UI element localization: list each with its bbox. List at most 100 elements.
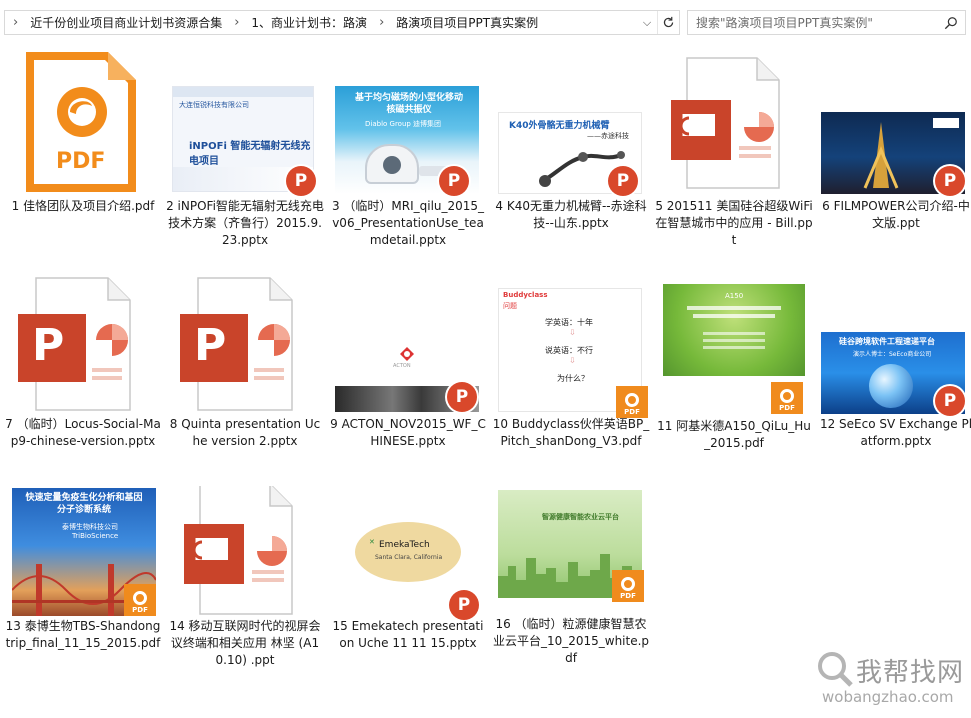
pdf-thumbnail: Buddyclass 问题 学英语：十年 ⇩ 说英语：不行 ⇩ 为什么？ PDF xyxy=(492,270,650,418)
slide-title: iNPOFi 智能无辐射无线充电项目 xyxy=(189,141,311,167)
file-name: 10 Buddyclass伙伴英语BP_Pitch_shanDong_V3.pd… xyxy=(492,417,650,448)
powerpoint-icon: P xyxy=(935,166,965,196)
breadcrumb-current[interactable]: 路演项目项目PPT真实案例 xyxy=(392,14,542,31)
file-name: 11 阿基米德A150_QiLu_Hu_2015.pdf xyxy=(657,419,811,450)
logo-oval-image xyxy=(355,522,461,582)
ppt-thumbnail: 基于均匀磁场的小型化移动核磁共振仪 Diablo Group 迪博集团 P xyxy=(329,48,487,196)
file-name: 13 泰博生物TBS-Shandong trip_final_11_15_201… xyxy=(5,619,161,650)
pdf-badge-label: PDF xyxy=(132,606,148,614)
watermark: 我帮找网 wobangzhao.com xyxy=(812,648,968,712)
pdf-thumbnail: 快速定量免疫生化分析和基因分子诊断系统 泰博生物科技公司 TriBioScien… xyxy=(4,486,162,634)
slide-subtitle: Santa Clara, California xyxy=(375,554,443,561)
watermark-title: 我帮找网 xyxy=(856,658,965,688)
slide-title: K40外骨骼无重力机械臂 xyxy=(509,121,610,131)
slide-line: 为什么？ xyxy=(557,374,589,383)
file-name: 3 （临时）MRI_qilu_2015_v06_PresentationUse_… xyxy=(331,199,485,247)
powerpoint-icon: P xyxy=(439,166,469,196)
search-box xyxy=(687,10,966,35)
mri-bore-image xyxy=(383,156,401,174)
toolbar: › 近千份创业项目商业计划书资源合集 › 1、商业计划书：路演 › 路演项目项目… xyxy=(0,0,971,44)
powerpoint-icon: P xyxy=(935,386,965,416)
slide-line: 说英语：不行 xyxy=(545,346,593,355)
eiffel-tower-image xyxy=(863,122,899,189)
watermark-url: wobangzhao.com xyxy=(822,688,954,706)
logo-image xyxy=(933,118,959,128)
pdf-badge-label: PDF xyxy=(624,408,640,416)
slide-brand: 泰博生物科技公司 xyxy=(62,523,118,531)
pdf-label: PDF xyxy=(56,149,106,174)
powerpoint-letter: P xyxy=(32,320,65,371)
pdf-badge-label: PDF xyxy=(620,592,636,600)
slide-subtitle: TriBioScience xyxy=(72,532,119,540)
slide-title: 硅谷跨境软件工程速递平台 xyxy=(839,337,935,346)
slide-line: 学英语：十年 xyxy=(545,318,593,327)
slide-text-line xyxy=(703,346,765,349)
arrow-down-icon: ⇩ xyxy=(569,328,576,337)
ppt-thumbnail: 大连恒锐科技有限公司 iNPOFi 智能无辐射无线充电项目 P xyxy=(166,48,324,196)
powerpoint-file-icon: P xyxy=(4,270,162,418)
file-name: 7 （临时）Locus-Social-Map9-chinese-version.… xyxy=(5,417,161,448)
pdf-thumbnail: A150 PDF xyxy=(655,270,813,418)
file-name: 8 Quinta presentation Uche version 2.ppt… xyxy=(169,417,321,448)
slide-title: 基于均匀磁场的小型化移动核磁共振仪 xyxy=(354,93,463,115)
arrow-down-icon: ⇩ xyxy=(569,356,576,365)
file-name: 1 佳恪团队及项目介绍.pdf xyxy=(11,199,155,213)
search-icon[interactable] xyxy=(940,13,962,33)
pdf-badge-icon: PDF xyxy=(124,584,156,616)
slide-brand: EmekaTech xyxy=(379,540,430,550)
search-input[interactable] xyxy=(688,11,936,34)
file-name: 9 ACTON_NOV2015_WF_CHINESE.pptx xyxy=(330,417,486,448)
ppt-thumbnail: ACTON P xyxy=(329,270,487,418)
chevron-right-icon[interactable]: › xyxy=(371,15,392,30)
file-name: 12 SeEco SV Exchange Platform.pptx xyxy=(819,417,971,448)
chevron-down-icon[interactable]: ⌵ xyxy=(637,11,657,34)
powerpoint-icon: P xyxy=(286,166,316,196)
powerpoint-file-icon: P xyxy=(166,270,324,418)
powerpoint-file-icon xyxy=(655,48,813,196)
file-name: 16 （临时）粒源健康智慧农业云平台_10_2015_white.pdf xyxy=(492,617,650,665)
file-name: 14 移动互联网时代的视屏会议终端和相关应用 林坚 (A10.10) .ppt xyxy=(169,619,321,667)
slide-brand: Buddyclass xyxy=(503,291,548,299)
ppt-thumbnail: 硅谷跨境软件工程速递平台 演示人博士：SeEco商业公司 P xyxy=(817,270,971,418)
powerpoint-icon: P xyxy=(447,382,477,412)
pdf-badge-icon: PDF xyxy=(616,386,648,418)
chevron-right-icon[interactable]: › xyxy=(5,15,26,30)
refresh-icon[interactable] xyxy=(657,11,679,34)
pdf-thumbnail: 智源健康智能农业云平台 PDF xyxy=(492,486,650,634)
slide-tag: 问题 xyxy=(503,302,517,310)
slide-subtitle: ——赤途科技 xyxy=(587,132,629,140)
pdf-file-icon: PDF xyxy=(4,48,162,196)
slide-text-line xyxy=(687,306,781,310)
breadcrumb-root[interactable]: 近千份创业项目商业计划书资源合集 xyxy=(26,14,226,31)
file-name: 4 K40无重力机械臂--赤途科技--山东.pptx xyxy=(495,199,647,230)
slide-title: 快速定量免疫生化分析和基因分子诊断系统 xyxy=(25,493,143,515)
ppt-thumbnail: ✕ EmekaTech Santa Clara, California P xyxy=(329,486,487,634)
file-name: 6 FILMPOWER公司介绍-中文版.ppt xyxy=(822,199,970,230)
file-name: 5 201511 美国硅谷超级WiFi在智慧城市中的应用 - Bill.ppt xyxy=(655,199,813,247)
slide-title: A150 xyxy=(725,292,744,300)
slide-text-line xyxy=(703,339,765,342)
pdf-badge-icon: PDF xyxy=(612,570,644,602)
magnifier-icon xyxy=(818,652,853,687)
chevron-right-icon[interactable]: › xyxy=(226,15,247,30)
breadcrumb-folder[interactable]: 1、商业计划书：路演 xyxy=(247,14,371,31)
file-name: 15 Emekatech presentation Uche 11 11 15.… xyxy=(332,619,484,650)
powerpoint-icon: P xyxy=(449,590,479,620)
slide-brand: ACTON xyxy=(393,363,411,369)
powerpoint-letter: P xyxy=(194,320,227,371)
pdf-badge-label: PDF xyxy=(779,404,795,412)
slide-text-line xyxy=(693,314,775,318)
slide-text-line xyxy=(703,332,765,335)
ppt-thumbnail: P xyxy=(817,48,971,196)
globe-image xyxy=(869,364,913,408)
powerpoint-file-icon xyxy=(166,483,324,634)
address-bar[interactable]: › 近千份创业项目商业计划书资源合集 › 1、商业计划书：路演 › 路演项目项目… xyxy=(4,10,680,35)
acton-logo-icon xyxy=(400,347,414,361)
ppt-thumbnail: K40外骨骼无重力机械臂 ——赤途科技 P xyxy=(492,48,650,196)
slide-band xyxy=(173,87,313,97)
slide-brand: 大连恒锐科技有限公司 xyxy=(179,101,249,109)
slide-subtitle: Diablo Group 迪博集团 xyxy=(365,120,442,128)
slide-title: 智源健康智能农业云平台 xyxy=(542,513,619,521)
pdf-badge-icon: PDF xyxy=(771,382,803,414)
star-icon: ✕ xyxy=(369,538,375,546)
